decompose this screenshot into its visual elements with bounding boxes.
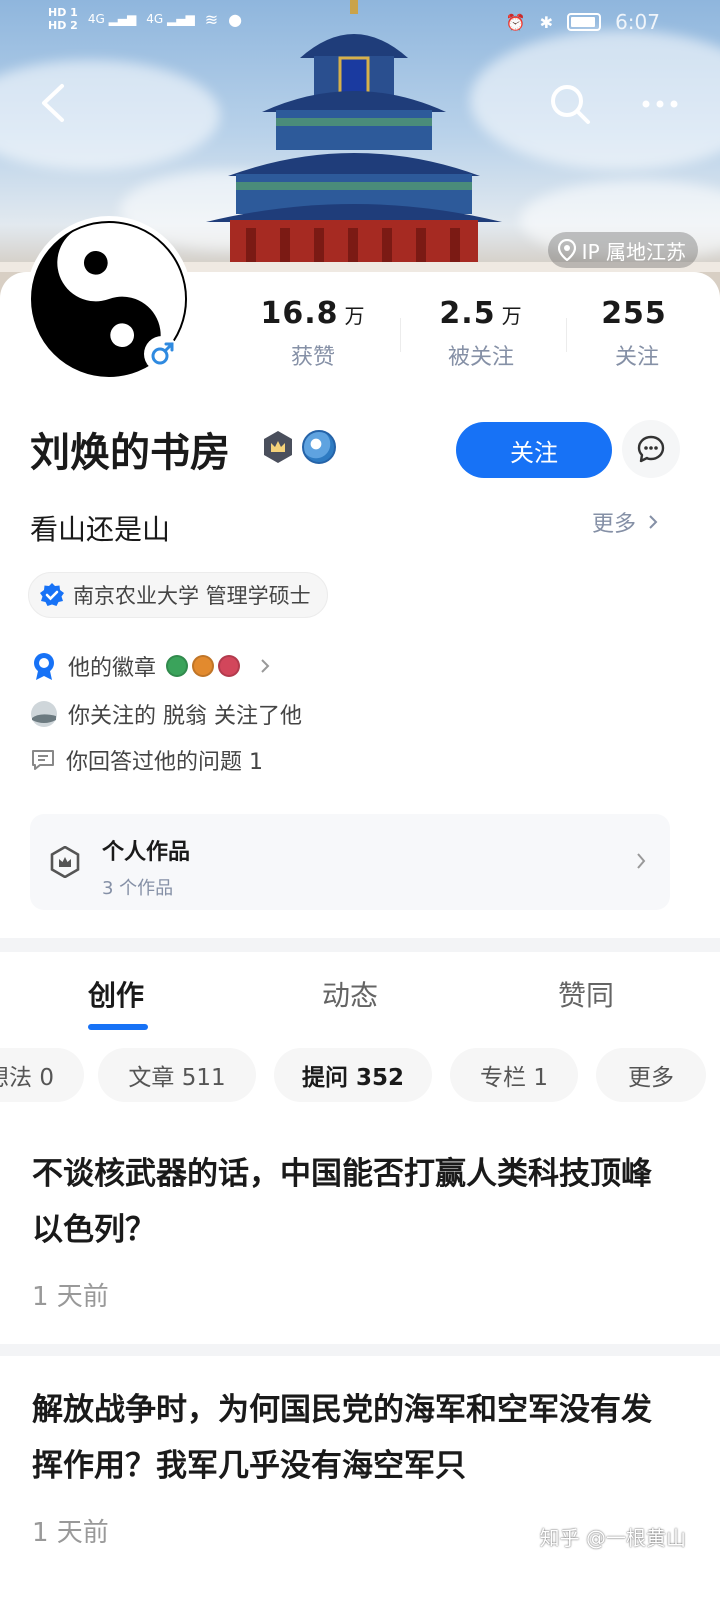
education-chip[interactable]: 南京农业大学 管理学硕士 (28, 572, 328, 618)
comment-icon (32, 750, 54, 770)
alarm-icon: ⏰ (505, 12, 526, 32)
works-count: 3 个作品 (102, 878, 174, 899)
badges-row[interactable]: 他的徽章 (30, 650, 270, 682)
friend-avatar-icon (31, 701, 57, 727)
stat-divider (400, 318, 401, 352)
tab-activity[interactable]: 动态 (322, 974, 378, 1014)
question-item[interactable]: 不谈核武器的话，中国能否打赢人类科技顶峰以色列？ 1 天前 (0, 1146, 720, 1326)
works-title: 个人作品 (102, 840, 191, 865)
stat-following-label: 关注 (614, 345, 659, 370)
filter-questions[interactable]: 提问 352 (274, 1048, 432, 1102)
badge-red-icon (218, 655, 241, 677)
filter-chips: 想法 0 文章 511 提问 352 专栏 1 更多 (0, 1048, 720, 1104)
stat-following-value: 255 (601, 296, 667, 331)
chat-bubble-icon (637, 435, 665, 463)
answered-questions-row[interactable]: 你回答过他的问题 1 (30, 744, 263, 776)
more-options-button[interactable] (640, 94, 680, 114)
hd1-label: HD 1 (48, 6, 78, 19)
answered-questions-text: 你回答过他的问题 1 (66, 750, 263, 775)
feed-divider (0, 1344, 720, 1356)
stat-followers-label: 被关注 (447, 345, 514, 370)
back-arrow-icon (42, 84, 64, 122)
active-tab-indicator (88, 1024, 148, 1030)
signal-icon: 4G ▂▄▆ (87, 12, 137, 26)
status-bar: HD 1 HD 2 4G ▂▄▆ 4G ▂▄▆ ≋ ● ⏰ ✱ 6:07 (0, 0, 720, 50)
badge-orange-icon (192, 655, 215, 677)
profile-name: 刘焕的书房 (30, 430, 230, 476)
creator-crown-icon[interactable] (262, 430, 294, 464)
ip-location-text: IP 属地江苏 (581, 239, 686, 264)
filter-articles[interactable]: 文章 511 (98, 1048, 256, 1102)
battery-icon (567, 13, 602, 31)
notification-icon: ● (228, 9, 243, 29)
personal-works-card[interactable]: 个人作品 3 个作品 (30, 814, 670, 910)
male-gender-icon (144, 336, 180, 372)
clock: 6:07 (615, 10, 660, 34)
verified-icon (40, 583, 64, 606)
question-time: 1 天前 (32, 1282, 109, 1312)
chevron-right-icon (649, 515, 658, 529)
chevron-right-icon (261, 659, 270, 673)
achievement-badge-icon[interactable] (302, 430, 336, 464)
bluetooth-icon: ✱ (539, 12, 554, 32)
section-divider (0, 938, 720, 952)
content-tabs: 创作 动态 赞同 (0, 952, 720, 1032)
stat-followers-value: 2.5 (439, 296, 496, 331)
more-info-label: 更多 (592, 512, 637, 537)
works-hexagon-icon (50, 846, 80, 878)
profile-stats: 16.8 万 获赞 2.5 万 被关注 255 关注 (230, 296, 700, 386)
filter-more[interactable]: 更多 (596, 1048, 706, 1102)
hd2-label: HD 2 (48, 19, 78, 32)
profile-headline: 看山还是山 (30, 513, 171, 546)
filter-columns[interactable]: 专栏 1 (450, 1048, 578, 1102)
education-text: 南京农业大学 管理学硕士 (73, 584, 311, 608)
mutual-follow-text: 你关注的 脱翁 关注了他 (68, 704, 302, 729)
tab-upvotes[interactable]: 赞同 (558, 974, 614, 1014)
question-item[interactable]: 解放战争时，为何国民党的海军和空军没有发挥作用？我军几乎没有海空军只 1 天前 (0, 1382, 720, 1582)
location-pin-icon (557, 239, 576, 261)
mutual-follow-row[interactable]: 你关注的 脱翁 关注了他 (30, 698, 302, 730)
more-info-link[interactable]: 更多 (592, 506, 658, 538)
badges-label: 他的徽章 (68, 656, 157, 681)
search-icon (551, 85, 590, 124)
question-title: 不谈核武器的话，中国能否打赢人类科技顶峰以色列？ (32, 1156, 652, 1248)
stat-likes-label: 获赞 (290, 345, 335, 370)
follow-button[interactable]: 关注 (456, 422, 612, 478)
chevron-right-icon (637, 853, 646, 869)
stat-followers[interactable]: 2.5 万 被关注 (406, 296, 556, 371)
stat-following[interactable]: 255 关注 (562, 296, 712, 371)
question-title: 解放战争时，为何国民党的海军和空军没有发挥作用？我军几乎没有海空军只 (32, 1392, 652, 1484)
search-button[interactable] (548, 82, 592, 126)
filter-thoughts[interactable]: 想法 0 (0, 1048, 84, 1102)
stat-likes[interactable]: 16.8 万 获赞 (238, 296, 388, 371)
badge-green-icon (166, 655, 189, 677)
ip-location-chip: IP 属地江苏 (547, 232, 698, 268)
question-time: 1 天前 (32, 1518, 109, 1548)
stat-likes-unit: 万 (344, 304, 366, 328)
medal-icon (34, 653, 54, 680)
wifi-icon: ≋ (204, 9, 219, 29)
watermark: 知乎 @一根黄山 (539, 1526, 686, 1550)
back-button[interactable] (34, 78, 74, 128)
tab-creations[interactable]: 创作 (88, 974, 144, 1014)
stat-followers-unit: 万 (501, 304, 523, 328)
message-button[interactable] (622, 420, 680, 478)
signal-icon-2: 4G ▂▄▆ (146, 12, 195, 26)
ellipsis-icon (642, 100, 678, 108)
stat-likes-value: 16.8 (260, 296, 339, 331)
